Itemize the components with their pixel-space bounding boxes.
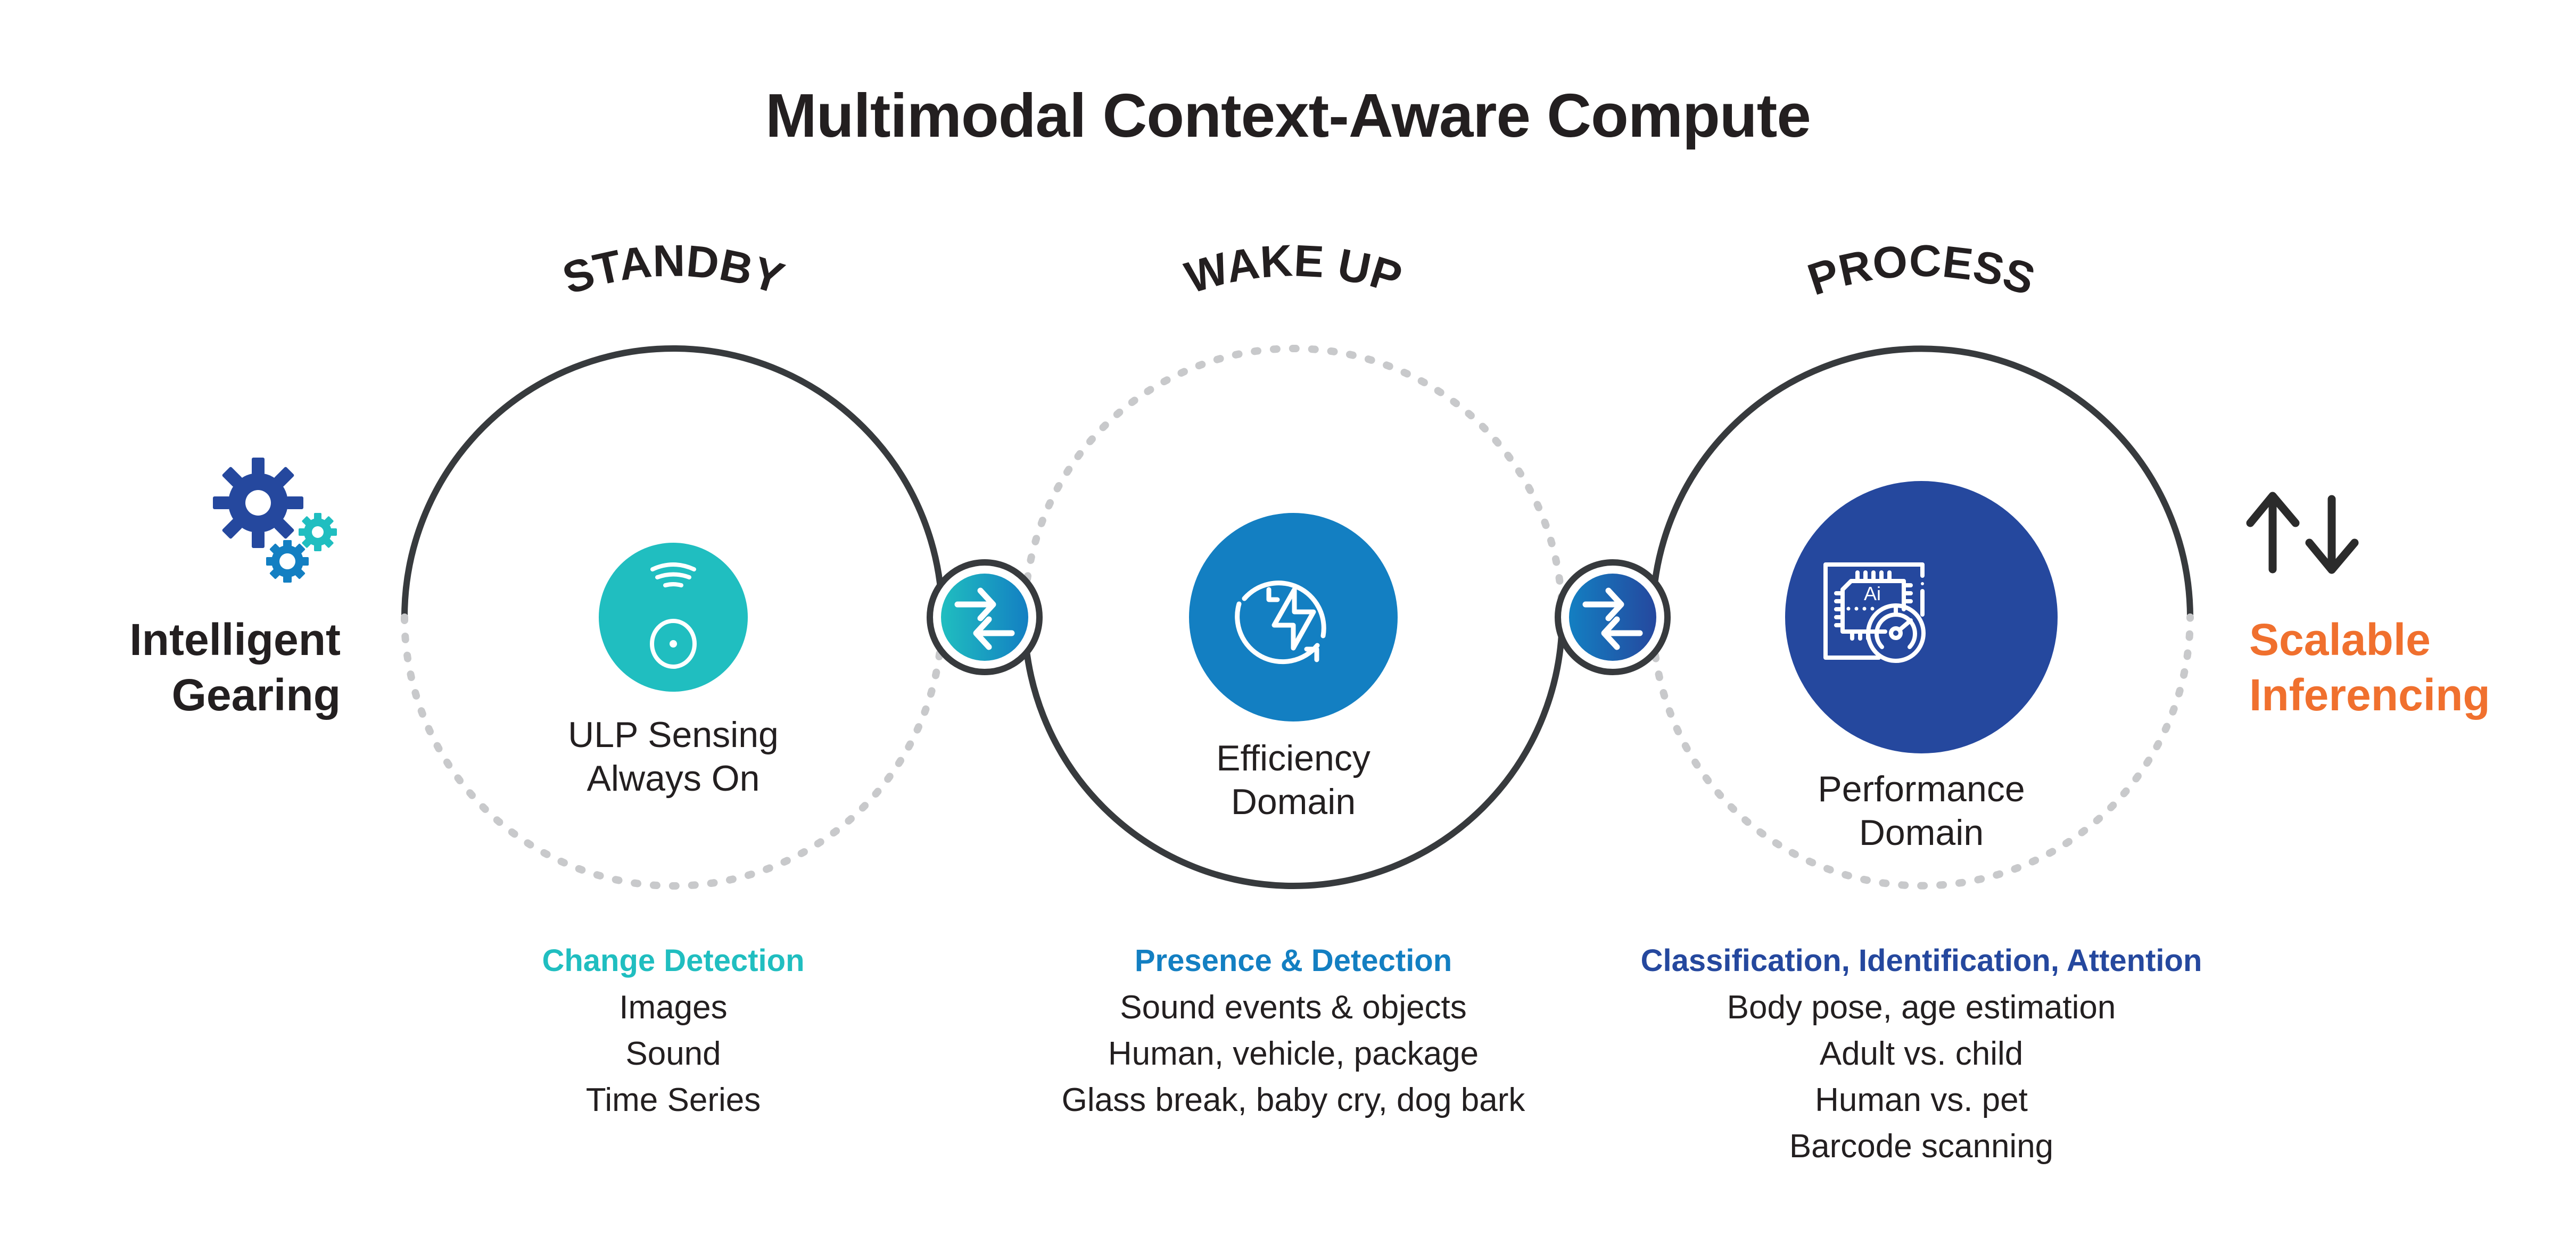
process-detail-item: Body pose, age estimation — [1727, 989, 2116, 1026]
standby-center-line2: Always On — [587, 758, 760, 799]
lightning-refresh-icon — [1189, 513, 1398, 721]
arc-label-wakeup: WAKE UP — [1179, 235, 1408, 303]
process-center-line2: Domain — [1859, 812, 1984, 853]
wakeup-center-label: Efficiency Domain — [1160, 736, 1426, 824]
process-detail-item: Human vs. pet — [1815, 1082, 2028, 1118]
scalable-inferencing-label: Scalable Inferencing — [2249, 612, 2505, 723]
intelligent-gearing-line2: Gearing — [171, 670, 341, 720]
connector-2[interactable] — [1555, 559, 1671, 675]
scalable-inferencing-line1: Scalable — [2249, 615, 2431, 665]
wakeup-center-line2: Domain — [1231, 782, 1356, 822]
wakeup-detail-heading: Presence & Detection — [1134, 943, 1452, 978]
process-detail-item: Adult vs. child — [1819, 1035, 2024, 1072]
process-center-label: Performance Domain — [1788, 767, 2054, 855]
standby-detail-item: Sound — [625, 1035, 721, 1072]
arc-label-wakeup-text: WAKE UP — [1179, 235, 1408, 303]
gear-small-blue — [266, 540, 309, 583]
arc-label-standby: STANDBY — [557, 236, 790, 304]
arc-label-standby-text: STANDBY — [557, 236, 790, 304]
standby-detail-item: Time Series — [585, 1082, 761, 1118]
arc-label-process-text: PROCESS — [1802, 236, 2041, 305]
gear-small-teal — [299, 513, 337, 551]
intelligent-gearing-line1: Intelligent — [129, 615, 341, 665]
standby-detail-heading: Change Detection — [542, 943, 805, 978]
wakeup-detail-item: Sound events & objects — [1120, 989, 1467, 1026]
wakeup-detail-item: Human, vehicle, package — [1108, 1035, 1479, 1072]
process-detail-item: Barcode scanning — [1789, 1128, 2054, 1165]
intelligent-gearing-label: Intelligent Gearing — [96, 612, 341, 723]
wakeup-details: Presence & Detection Sound events & obje… — [1027, 938, 1559, 1123]
connector-1[interactable] — [927, 559, 1043, 675]
wireless-sensor-icon — [599, 543, 748, 692]
process-details: Classification, Identification, Attentio… — [1602, 938, 2241, 1169]
arc-label-process: PROCESS — [1802, 236, 2041, 305]
standby-center-line1: ULP Sensing — [568, 715, 779, 755]
standby-details: Change Detection Images Sound Time Serie… — [460, 938, 886, 1123]
process-detail-heading: Classification, Identification, Attentio… — [1640, 943, 2202, 978]
wakeup-center-line1: Efficiency — [1216, 738, 1370, 778]
gears-icon — [213, 458, 337, 583]
up-down-arrows-icon — [2246, 492, 2359, 574]
wakeup-detail-item: Glass break, baby cry, dog bark — [1061, 1082, 1525, 1118]
standby-detail-item: Images — [619, 989, 728, 1026]
ai-chip-gauge-icon: Ai — [1785, 481, 2058, 753]
process-center-line1: Performance — [1818, 769, 2025, 809]
standby-center-label: ULP Sensing Always On — [540, 713, 806, 800]
scalable-inferencing-line2: Inferencing — [2249, 670, 2490, 720]
chip-ai-label: Ai — [1864, 583, 1881, 604]
gear-large — [213, 458, 303, 548]
